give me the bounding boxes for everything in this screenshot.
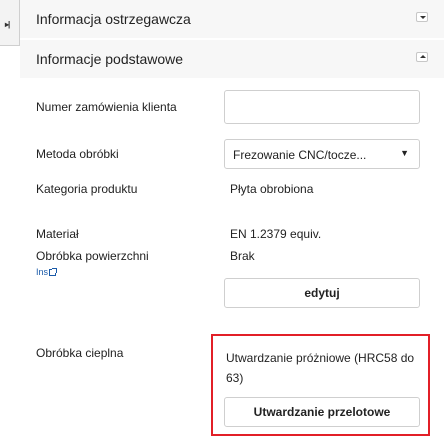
product-category-value: Płyta obrobiona bbox=[230, 182, 314, 196]
surface-treatment-link-text: Ins bbox=[36, 267, 49, 277]
machining-method-value: Frezowanie CNC/tocze... bbox=[233, 148, 367, 162]
surface-treatment-label: Obróbka powierzchni bbox=[36, 249, 149, 263]
basic-section-title: Informacje podstawowe bbox=[36, 51, 184, 67]
surface-treatment-info-link[interactable]: Ins bbox=[36, 267, 58, 277]
sidebar-toggle[interactable]: ▸| bbox=[0, 0, 20, 46]
product-category-label: Kategoria produktu bbox=[36, 182, 138, 196]
edit-button[interactable]: edytuj bbox=[224, 278, 420, 308]
heat-treatment-label: Obróbka cieplna bbox=[36, 346, 124, 360]
material-label: Materiał bbox=[36, 227, 79, 241]
machining-method-label: Metoda obróbki bbox=[36, 147, 119, 161]
order-number-label: Numer zamówienia klienta bbox=[36, 100, 177, 114]
surface-treatment-value: Brak bbox=[230, 249, 255, 263]
caret-up-icon bbox=[420, 55, 426, 58]
warning-section-header[interactable]: Informacja ostrzegawcza bbox=[20, 0, 444, 38]
warning-section-toggle-button[interactable] bbox=[416, 12, 428, 22]
external-link-icon bbox=[49, 268, 58, 276]
basic-section-header[interactable]: Informacje podstawowe bbox=[20, 40, 444, 78]
caret-down-icon bbox=[420, 16, 426, 19]
order-number-input[interactable] bbox=[224, 90, 420, 124]
chevron-down-icon: ▼ bbox=[400, 148, 409, 158]
expand-sidebar-icon: ▸| bbox=[5, 20, 10, 29]
machining-method-select[interactable]: Frezowanie CNC/tocze... ▼ bbox=[224, 139, 420, 169]
material-value: EN 1.2379 equiv. bbox=[230, 227, 322, 241]
through-hardening-button[interactable]: Utwardzanie przelotowe bbox=[224, 397, 420, 427]
warning-section-title: Informacja ostrzegawcza bbox=[36, 11, 191, 27]
heat-treatment-value: Utwardzanie próżniowe (HRC58 do 63) bbox=[226, 351, 415, 385]
basic-section-toggle-button[interactable] bbox=[416, 52, 428, 62]
